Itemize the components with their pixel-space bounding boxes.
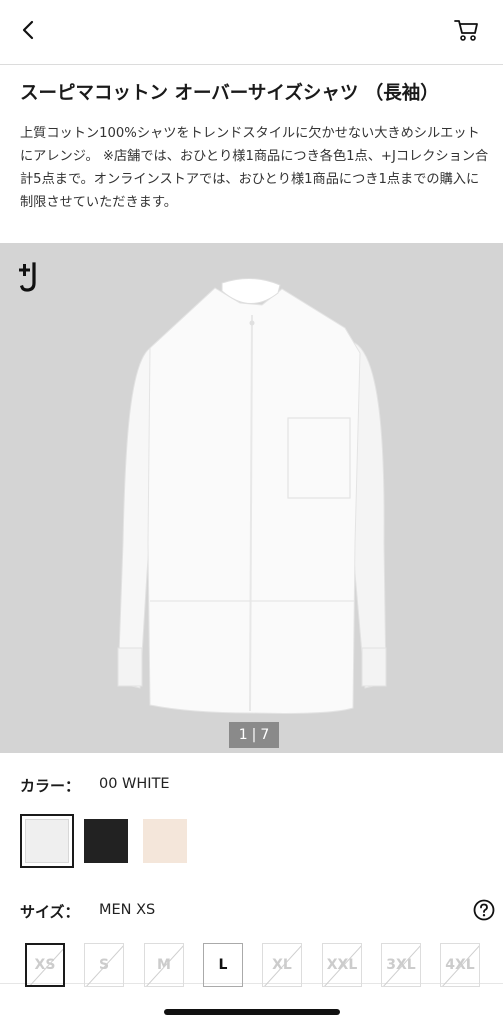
product-image-gallery[interactable]: 1 | 7 <box>0 243 503 753</box>
color-swatch-black[interactable] <box>84 819 128 863</box>
unavailable-slash <box>146 945 183 986</box>
size-option-xs[interactable]: XS <box>25 943 65 987</box>
nav-divider <box>0 64 503 65</box>
unavailable-slash <box>324 945 361 986</box>
back-button[interactable] <box>10 12 46 48</box>
question-circle-icon[interactable] <box>473 899 495 921</box>
cart-icon <box>454 20 478 41</box>
color-swatch-natural[interactable] <box>143 819 187 863</box>
product-title: スーピマコットン オーバーサイズシャツ （長袖） <box>20 83 439 104</box>
size-option-s[interactable]: S <box>84 943 124 987</box>
bottom-bar <box>0 983 503 1024</box>
color-label: カラー： <box>20 777 81 795</box>
product-detail-screen: スーピマコットン オーバーサイズシャツ （長袖） 上質コットン100%シャツをト… <box>0 0 503 1024</box>
size-option-label: L <box>218 957 228 973</box>
shirt-image <box>117 278 387 714</box>
size-option-4xl[interactable]: 4XL <box>440 943 480 987</box>
size-option-xl[interactable]: XL <box>262 943 302 987</box>
unavailable-slash <box>86 945 123 986</box>
product-description: 上質コットン100%シャツをトレンドスタイルに欠かせない大きめシルエットにアレン… <box>20 126 489 210</box>
size-option-m[interactable]: M <box>144 943 184 987</box>
color-value: 00 WHITE <box>99 776 170 792</box>
size-label: サイズ： <box>20 903 80 921</box>
unavailable-slash <box>442 945 479 986</box>
unavailable-slash <box>383 945 420 986</box>
home-indicator <box>164 1009 340 1015</box>
page-separator: | <box>251 727 257 743</box>
chevron-left-icon <box>22 20 34 40</box>
size-option-xxl[interactable]: XXL <box>322 943 362 987</box>
unavailable-slash <box>264 945 301 986</box>
current-page: 1 <box>238 727 248 743</box>
image-page-indicator: 1 | 7 <box>229 722 279 748</box>
cart-button[interactable] <box>449 12 485 48</box>
total-pages: 7 <box>260 727 270 743</box>
top-nav <box>0 0 503 64</box>
color-swatch-white[interactable] <box>25 819 69 863</box>
plus-j-logo <box>19 262 36 292</box>
unavailable-slash <box>29 948 63 985</box>
size-value: MEN XS <box>99 902 156 918</box>
size-option-3xl[interactable]: 3XL <box>381 943 421 987</box>
size-option-l[interactable]: L <box>203 943 243 987</box>
